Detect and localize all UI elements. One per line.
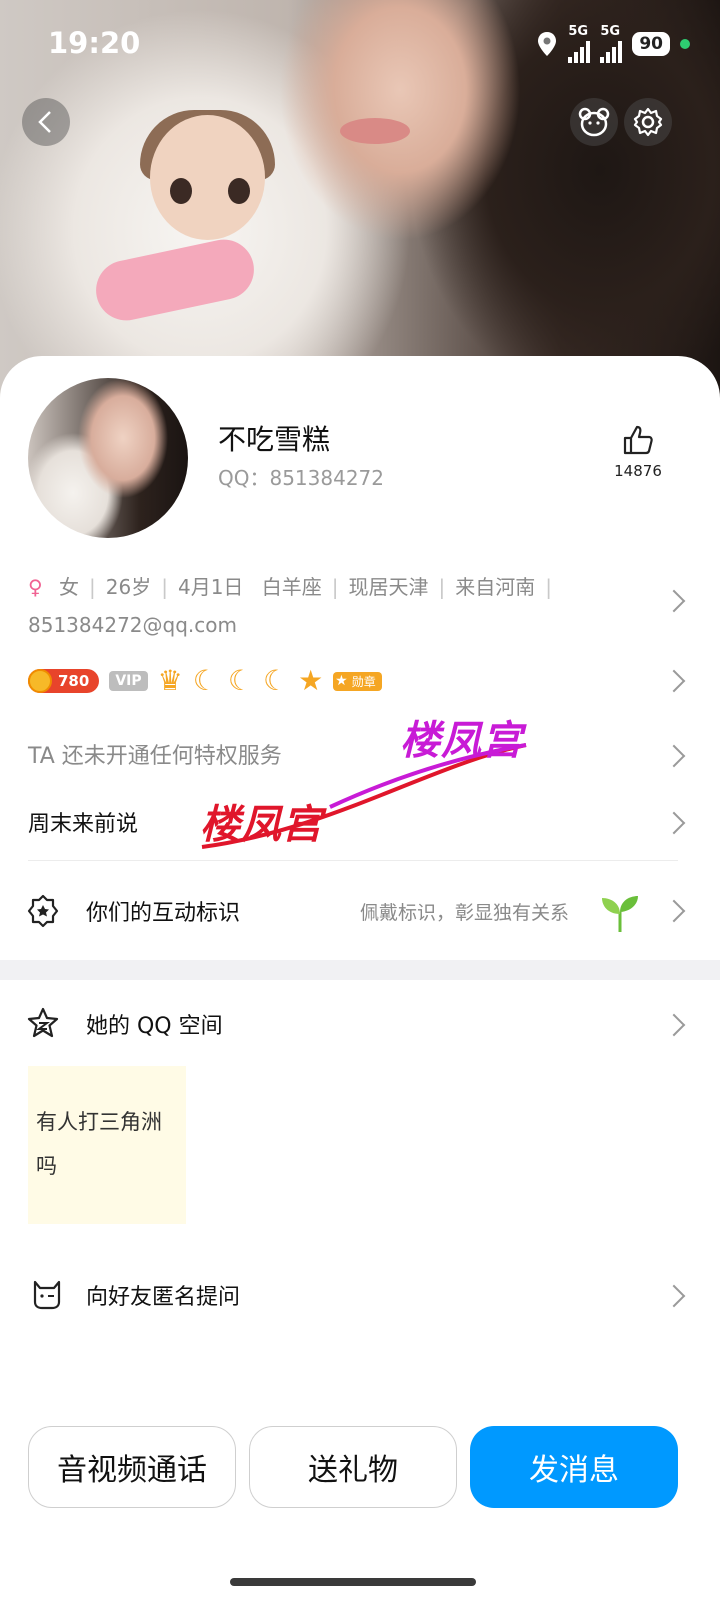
location: 现居天津	[348, 575, 429, 599]
home-indicator[interactable]	[230, 1578, 476, 1586]
qzone-star-icon	[27, 1007, 59, 1038]
coin-icon	[28, 669, 52, 693]
gear-icon	[633, 107, 663, 137]
signature-row[interactable]: 周末来前说	[28, 806, 138, 838]
doll-eye	[170, 178, 192, 204]
doll-eye	[228, 178, 250, 204]
email: 851384272@qq.com	[28, 613, 237, 637]
anonymous-question-label[interactable]: 向好友匿名提问	[86, 1279, 240, 1311]
post-text-line: 吗	[36, 1154, 57, 1178]
moon-icon: ☾	[227, 664, 253, 697]
back-arrow-icon	[38, 111, 51, 133]
send-message-button[interactable]: 发消息	[470, 1426, 678, 1508]
battery-indicator: 90	[632, 31, 670, 56]
status-icons: 5G 5G 90	[536, 24, 690, 63]
pet-button[interactable]	[570, 98, 618, 146]
back-button[interactable]	[22, 98, 70, 146]
location-icon	[538, 31, 557, 56]
badge-row[interactable]: 780 VIP ♛ ☾ ☾ ☾ ★ ★ 勋章	[28, 666, 382, 696]
medal-badge: ★ 勋章	[333, 671, 382, 691]
send-gift-button[interactable]: 送礼物	[249, 1426, 457, 1508]
anonymous-cat-icon	[33, 1280, 61, 1310]
doll-face	[150, 115, 265, 240]
vip-badge: VIP	[109, 671, 148, 691]
moon-icon: ☾	[192, 664, 218, 697]
section-gap	[0, 960, 720, 980]
star-icon: ★	[298, 664, 324, 697]
birthday: 4月1日	[177, 575, 244, 599]
qq-number: QQ：851384272	[218, 466, 385, 490]
network-label: 5G	[568, 24, 589, 39]
divider	[28, 860, 678, 861]
watermark-text: 楼凤宫	[400, 718, 523, 764]
qzone-label[interactable]: 她的 QQ 空间	[86, 1008, 223, 1040]
crown-icon: ♛	[157, 664, 183, 697]
signal-icon	[600, 39, 623, 63]
level-badge: 780	[28, 669, 100, 693]
avatar[interactable]	[28, 378, 188, 538]
signal-icon	[568, 39, 591, 63]
cover-lips	[340, 118, 410, 144]
female-icon: ♀	[28, 575, 43, 599]
video-call-button[interactable]: 音视频通话	[28, 1426, 236, 1508]
qzone-post-card[interactable]: 有人打三角洲 吗	[28, 1066, 186, 1224]
badge-star-icon	[27, 894, 59, 928]
gender: 女	[59, 575, 80, 599]
thumbs-up-icon	[623, 425, 653, 455]
network-label: 5G	[600, 24, 621, 39]
bear-icon	[578, 107, 610, 137]
like-button[interactable]: 14876	[612, 424, 664, 480]
like-count: 14876	[614, 462, 662, 480]
nickname: 不吃雪糕	[218, 423, 331, 456]
interaction-label: 你们的互动标识	[86, 901, 241, 926]
status-time: 19:20	[48, 26, 141, 60]
zodiac: 白羊座	[261, 575, 322, 599]
moon-icon: ☾	[262, 664, 289, 697]
post-text-line: 有人打三角洲	[36, 1110, 162, 1134]
watermark-text: 楼凤宫	[200, 802, 323, 848]
settings-button[interactable]	[624, 98, 672, 146]
medal-star-icon: ★	[335, 673, 348, 689]
privacy-dot	[680, 38, 690, 49]
doll-bow	[90, 234, 260, 326]
interaction-hint: 佩戴标识，彰显独有关系	[360, 902, 570, 924]
age: 26岁	[105, 575, 152, 599]
sprout-icon	[602, 896, 638, 932]
hometown: 来自河南	[455, 575, 536, 599]
profile-info[interactable]: ♀ 女 | 26岁 | 4月1日 白羊座 | 现居天津 | 来自河南 | 851384272@qq…	[28, 568, 628, 644]
